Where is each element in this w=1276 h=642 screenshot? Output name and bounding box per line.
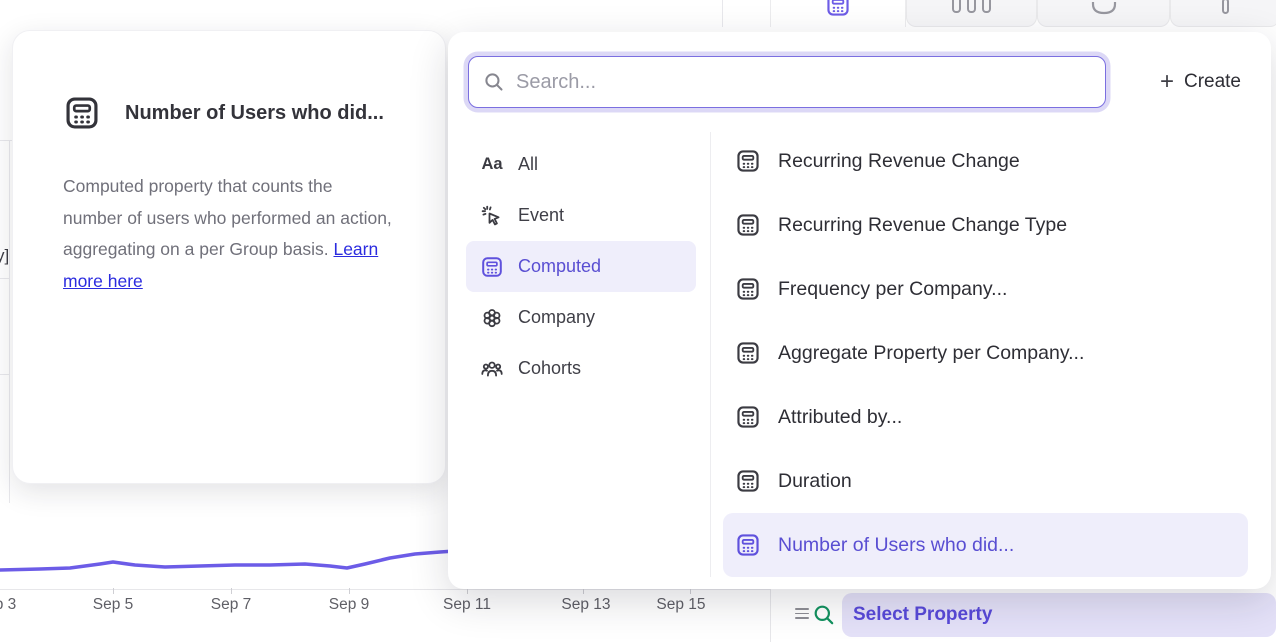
bottom-panel-divider [770,589,771,642]
category-label: Computed [518,256,601,277]
result-label: Recurring Revenue Change [778,150,1020,173]
axis-tick [231,588,232,594]
x-axis-label: Sep 7 [196,596,266,614]
panel-column-divider [710,132,711,577]
tooltip-header: Number of Users who did... [63,94,384,132]
create-button[interactable]: + Create [1160,56,1241,108]
bg-card-border [0,140,12,141]
tooltip-title: Number of Users who did... [125,102,384,125]
calculator-icon [735,212,761,238]
result-label: Duration [778,470,852,493]
bg-card-border [0,278,9,279]
property-picker-panel: + Create Aa All Event Computed Company [448,32,1271,589]
tooltip-description: Computed property that counts the number… [63,171,408,297]
retention-curve-icon [1087,2,1121,18]
category-label: Event [518,205,564,226]
result-aggregate-property-per-company[interactable]: Aggregate Property per Company... [723,321,1248,385]
category-computed[interactable]: Computed [466,241,696,292]
x-axis-line [0,589,770,590]
result-label: Frequency per Company... [778,278,1007,301]
search-box[interactable] [468,56,1106,108]
category-label: Company [518,307,595,328]
aa-text-icon: Aa [480,153,504,177]
result-recurring-revenue-change[interactable]: Recurring Revenue Change [723,129,1248,193]
tab-retention[interactable] [1037,0,1170,27]
calculator-icon [735,532,761,558]
query-search-icon [812,603,836,627]
trend-line [0,550,470,570]
search-input[interactable] [516,71,1105,94]
axis-tick [113,588,114,594]
calculator-icon [825,0,851,18]
calculator-icon [63,94,101,132]
clipped-background-text: y] [0,246,9,266]
plus-icon: + [1160,70,1174,94]
results-list: Recurring Revenue Change Recurring Reven… [723,129,1248,577]
select-property-label: Select Property [853,604,992,626]
calculator-icon [735,404,761,430]
category-company[interactable]: Company [466,292,696,343]
bg-card-border [9,140,10,503]
result-label: Recurring Revenue Change Type [778,214,1067,237]
calculator-icon [735,468,761,494]
result-recurring-revenue-change-type[interactable]: Recurring Revenue Change Type [723,193,1248,257]
x-axis-label: Sep 13 [551,596,621,614]
tab-funnel[interactable] [1170,0,1276,27]
description-line: number of users who performed an action, [63,203,408,235]
result-label: Number of Users who did... [778,534,1014,557]
tabbar-border [722,0,723,27]
calculator-icon [735,276,761,302]
chart-type-tabbar [0,0,1276,28]
x-axis-label: Sep 15 [646,596,716,614]
category-all[interactable]: Aa All [466,139,696,190]
result-duration[interactable]: Duration [723,449,1248,513]
select-property-button[interactable]: Select Property [842,593,1276,637]
cursor-click-icon [480,204,504,228]
description-line: Computed property that counts the [63,171,408,203]
company-cluster-icon [480,306,504,330]
category-label: Cohorts [518,358,581,379]
property-tooltip-card: Number of Users who did... Computed prop… [12,30,446,484]
result-label: Aggregate Property per Company... [778,342,1084,365]
bg-card-border [0,374,9,375]
axis-tick [349,588,350,594]
x-axis-label: Sep 11 [432,596,502,614]
result-attributed-by[interactable]: Attributed by... [723,385,1248,449]
calculator-icon [735,340,761,366]
search-icon [483,71,505,93]
funnel-icon [1222,0,1229,14]
drag-handle-icon[interactable] [795,608,809,619]
calculator-icon [735,148,761,174]
tab-bar-chart[interactable] [906,0,1037,27]
result-frequency-per-company[interactable]: Frequency per Company... [723,257,1248,321]
app-canvas: y] Sep 3 Sep 5 Sep 7 Sep 9 Sep 11 Sep [0,0,1276,642]
tab-computed-active[interactable] [770,0,906,27]
category-event[interactable]: Event [466,190,696,241]
x-axis-label: Sep 9 [314,596,384,614]
result-number-of-users-who-did[interactable]: Number of Users who did... [723,513,1248,577]
category-label: All [518,154,538,175]
category-cohorts[interactable]: Cohorts [466,343,696,394]
people-group-icon [480,357,504,381]
description-line: aggregating on a per Group basis. [63,239,329,259]
trend-line-chart [0,540,470,600]
bar-chart-icon [952,0,991,13]
x-axis-label: Sep 5 [78,596,148,614]
result-label: Attributed by... [778,406,902,429]
calculator-icon [480,255,504,279]
x-axis-label: Sep 3 [0,596,31,614]
